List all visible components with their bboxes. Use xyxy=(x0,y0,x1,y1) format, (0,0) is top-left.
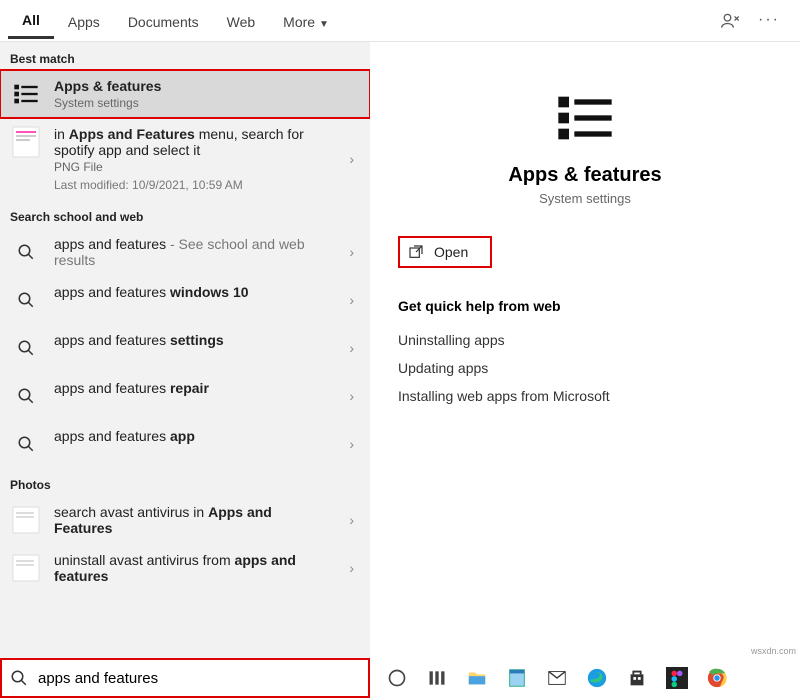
photo-thumbnail-icon xyxy=(10,504,42,536)
best-match-subtitle: System settings xyxy=(54,96,360,110)
search-box[interactable] xyxy=(0,658,370,698)
preview-title: Apps & features xyxy=(508,164,661,187)
feedback-icon[interactable] xyxy=(720,11,740,31)
taskbar-figma-icon[interactable] xyxy=(664,665,690,691)
watermark: wsxdn.com xyxy=(751,646,796,656)
web-result-repair[interactable]: apps and features repair › xyxy=(0,372,370,420)
chevron-right-icon[interactable]: › xyxy=(343,292,360,308)
search-icon xyxy=(10,332,42,364)
chevron-right-icon[interactable]: › xyxy=(343,388,360,404)
web-result-windows10[interactable]: apps and features windows 10 › xyxy=(0,276,370,324)
preview-panel: Apps & features System settings Open Get… xyxy=(370,42,800,658)
tab-more[interactable]: More ▼ xyxy=(269,4,343,38)
chevron-right-icon[interactable]: › xyxy=(343,151,360,167)
web-result-settings[interactable]: apps and features settings › xyxy=(0,324,370,372)
search-icon xyxy=(10,669,28,687)
apps-features-large-icon xyxy=(553,86,617,150)
open-icon xyxy=(408,244,424,260)
apps-features-icon xyxy=(10,78,42,110)
file-result-type: PNG File xyxy=(54,160,331,174)
chevron-right-icon[interactable]: › xyxy=(343,436,360,452)
search-input[interactable] xyxy=(36,669,360,688)
web-result-title: apps and features settings xyxy=(54,332,331,348)
taskbar xyxy=(0,658,800,698)
file-result-modified: Last modified: 10/9/2021, 10:59 AM xyxy=(54,178,331,192)
results-panel: Best match Apps & features System settin… xyxy=(0,42,370,658)
web-result-generic[interactable]: apps and features - See school and web r… xyxy=(0,228,370,276)
web-result-title: apps and features repair xyxy=(54,380,331,396)
web-result-title: apps and features windows 10 xyxy=(54,284,331,300)
preview-subtitle: System settings xyxy=(539,191,631,206)
chevron-down-icon: ▼ xyxy=(319,19,329,30)
best-match-title: Apps & features xyxy=(54,78,161,94)
photo-result-title: uninstall avast antivirus from apps and … xyxy=(54,552,331,584)
chevron-right-icon[interactable]: › xyxy=(343,512,360,528)
photo-result-2[interactable]: uninstall avast antivirus from apps and … xyxy=(0,544,370,592)
tab-apps[interactable]: Apps xyxy=(54,4,114,38)
section-best-match: Best match xyxy=(0,42,370,70)
search-icon xyxy=(10,428,42,460)
chevron-right-icon[interactable]: › xyxy=(343,340,360,356)
help-heading: Get quick help from web xyxy=(398,298,772,314)
taskbar-store-icon[interactable] xyxy=(624,665,650,691)
tab-web[interactable]: Web xyxy=(213,4,270,38)
photo-result-1[interactable]: search avast antivirus in Apps and Featu… xyxy=(0,496,370,544)
file-result-title: in Apps and Features menu, search for sp… xyxy=(54,126,331,158)
tab-documents[interactable]: Documents xyxy=(114,4,213,38)
chevron-right-icon[interactable]: › xyxy=(343,560,360,576)
section-school-and-web: Search school and web xyxy=(0,200,370,228)
more-options-icon[interactable]: ··· xyxy=(758,11,780,31)
taskbar-cortana-icon[interactable] xyxy=(384,665,410,691)
result-apps-and-features[interactable]: Apps & features System settings xyxy=(0,70,370,118)
open-button[interactable]: Open xyxy=(398,236,492,268)
taskbar-edge-icon[interactable] xyxy=(584,665,610,691)
taskbar-notepad-icon[interactable] xyxy=(504,665,530,691)
png-thumbnail-icon xyxy=(10,126,42,158)
chevron-right-icon[interactable]: › xyxy=(343,244,360,260)
web-result-app[interactable]: apps and features app › xyxy=(0,420,370,468)
search-filter-tabs: All Apps Documents Web More ▼ ··· xyxy=(0,0,800,42)
taskbar-taskview-icon[interactable] xyxy=(424,665,450,691)
search-icon xyxy=(10,236,42,268)
section-photos: Photos xyxy=(0,468,370,496)
photo-thumbnail-icon xyxy=(10,552,42,584)
open-label: Open xyxy=(434,244,468,260)
result-file-png[interactable]: in Apps and Features menu, search for sp… xyxy=(0,118,370,200)
taskbar-chrome-icon[interactable] xyxy=(704,665,730,691)
help-link-updating[interactable]: Updating apps xyxy=(398,354,772,382)
help-link-uninstalling[interactable]: Uninstalling apps xyxy=(398,326,772,354)
photo-result-title: search avast antivirus in Apps and Featu… xyxy=(54,504,331,536)
search-icon xyxy=(10,284,42,316)
web-result-title: apps and features app xyxy=(54,428,331,444)
web-result-title: apps and features - See school and web r… xyxy=(54,236,331,268)
tab-all[interactable]: All xyxy=(8,2,54,39)
help-link-installing-webapps[interactable]: Installing web apps from Microsoft xyxy=(398,382,772,410)
taskbar-explorer-icon[interactable] xyxy=(464,665,490,691)
search-icon xyxy=(10,380,42,412)
taskbar-mail-icon[interactable] xyxy=(544,665,570,691)
